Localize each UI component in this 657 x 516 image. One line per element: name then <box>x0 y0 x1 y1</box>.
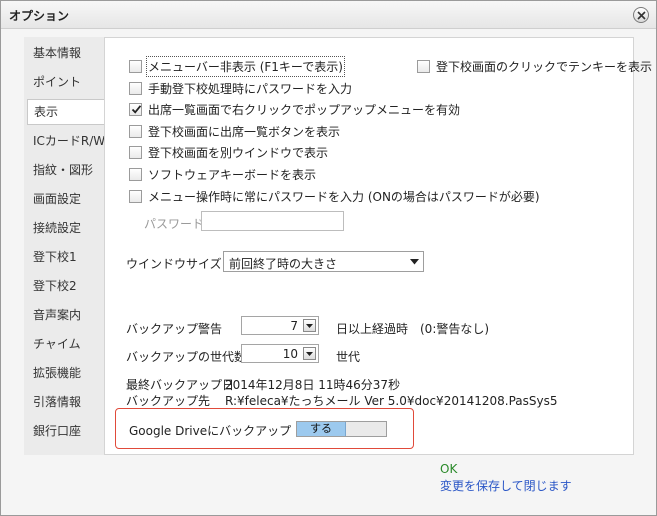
close-button[interactable] <box>633 7 649 23</box>
checkmark-icon <box>131 104 142 114</box>
backup-destination-value: R:¥feleca¥たっちメール Ver 5.0¥doc¥20141208.Pa… <box>225 394 558 408</box>
sidebar-item-connection[interactable]: 接続設定 <box>24 215 104 241</box>
sidebar-item-attendance-1[interactable]: 登下校1 <box>24 244 104 270</box>
last-backup-label: 最終バックアップ日 <box>126 378 235 392</box>
chevron-down-icon <box>306 352 313 356</box>
checkbox-box[interactable] <box>129 102 142 116</box>
sidebar-item-basic-info[interactable]: 基本情報 <box>24 40 104 66</box>
backup-generations-suffix: 世代 <box>336 350 361 364</box>
backup-warning-suffix: 日以上経過時 (0:警告なし) <box>336 322 490 336</box>
checkbox-label: 登下校画面を別ウインドウで表示 <box>148 145 329 160</box>
sidebar-item-voice-guide[interactable]: 音声案内 <box>24 302 104 328</box>
checkbox-box[interactable] <box>417 59 430 73</box>
tenkey-checkbox[interactable]: 登下校画面のクリックでテンキーを表示 <box>417 57 652 75</box>
password-input[interactable] <box>201 211 344 231</box>
sidebar-item-attendance-2[interactable]: 登下校2 <box>24 273 104 299</box>
popup-menu-checkbox[interactable]: 出席一覧画面で右クリックでポップアップメニューを有効 <box>129 100 460 118</box>
checkbox-box[interactable] <box>129 81 142 95</box>
sidebar-item-chime[interactable]: チャイム <box>24 331 104 357</box>
google-drive-label: Google Driveにバックアップ <box>129 424 292 438</box>
window-size-value: 前回終了時の大きさ <box>229 257 338 271</box>
menu-password-checkbox[interactable]: メニュー操作時に常にパスワードを入力 (ONの場合はパスワードが必要) <box>129 187 540 205</box>
title-bar: オプション <box>1 1 656 29</box>
sidebar-item-points[interactable]: ポイント <box>24 69 104 95</box>
checkbox-box[interactable] <box>129 189 142 203</box>
sidebar-item-ic-card[interactable]: ICカードR/W <box>24 128 105 154</box>
checkbox-box[interactable] <box>129 124 142 138</box>
google-drive-toggle-on: する <box>297 422 346 436</box>
backup-generations-value: 10 <box>282 347 298 361</box>
window-size-select[interactable]: 前回終了時の大きさ <box>223 251 424 272</box>
checkbox-label: 手動登下校処理時にパスワードを入力 <box>148 81 353 96</box>
backup-warning-stepper[interactable]: 7 <box>241 316 319 335</box>
checkbox-label: 登下校画面のクリックでテンキーを表示 <box>436 59 653 74</box>
options-window: オプション 基本情報 ポイント 表示 ICカードR/W 指紋・図形 画面設定 接… <box>0 0 657 516</box>
backup-warning-label: バックアップ警告 <box>126 322 223 336</box>
checkbox-label: 出席一覧画面で右クリックでポップアップメニューを有効 <box>148 102 461 117</box>
software-keyboard-checkbox[interactable]: ソフトウェアキーボードを表示 <box>129 165 316 183</box>
checkbox-label: メニューバー非表示 (F1キーで表示) <box>146 55 345 77</box>
manual-password-checkbox[interactable]: 手動登下校処理時にパスワードを入力 <box>129 79 352 97</box>
menubar-hidden-checkbox[interactable]: メニューバー非表示 (F1キーで表示) <box>129 55 345 77</box>
sidebar-item-display[interactable]: 表示 <box>27 99 105 125</box>
backup-warning-value: 7 <box>290 319 298 333</box>
backup-warning-dropdown-button[interactable] <box>303 319 316 332</box>
checkbox-label: ソフトウェアキーボードを表示 <box>148 167 317 182</box>
backup-destination-label: バックアップ先 <box>126 394 211 408</box>
chevron-down-icon <box>306 324 313 328</box>
sidebar-item-screen-settings[interactable]: 画面設定 <box>24 186 104 212</box>
close-icon <box>637 11 646 20</box>
sidebar: 基本情報 ポイント 表示 ICカードR/W 指紋・図形 画面設定 接続設定 登下… <box>24 37 105 455</box>
checkbox-box[interactable] <box>129 167 142 181</box>
sidebar-item-fingerprint[interactable]: 指紋・図形 <box>24 157 104 183</box>
separate-window-checkbox[interactable]: 登下校画面を別ウインドウで表示 <box>129 143 328 161</box>
window-title: オプション <box>9 9 70 23</box>
backup-generations-stepper[interactable]: 10 <box>241 344 319 363</box>
backup-generations-label: バックアップの世代数 <box>126 350 247 364</box>
window-size-label: ウインドウサイズ <box>126 257 222 271</box>
checkbox-label: 登下校画面に出席一覧ボタンを表示 <box>148 124 341 139</box>
chevron-down-icon <box>410 259 419 265</box>
sidebar-item-debit-info[interactable]: 引落情報 <box>24 389 104 415</box>
checkbox-label: メニュー操作時に常にパスワードを入力 (ONの場合はパスワードが必要) <box>148 189 540 204</box>
last-backup-value: 2014年12月8日 11時46分37秒 <box>225 378 401 392</box>
backup-generations-dropdown-button[interactable] <box>303 347 316 360</box>
checkbox-box[interactable] <box>129 145 142 159</box>
save-and-close-link[interactable]: 変更を保存して閉じます <box>440 477 572 494</box>
sidebar-item-extensions[interactable]: 拡張機能 <box>24 360 104 386</box>
google-drive-toggle[interactable]: する <box>296 421 387 437</box>
ok-link[interactable]: OK <box>440 462 457 476</box>
sidebar-item-bank-account[interactable]: 銀行口座 <box>24 418 104 444</box>
checkbox-box[interactable] <box>129 59 142 73</box>
password-label: パスワード <box>144 217 205 231</box>
attendance-button-checkbox[interactable]: 登下校画面に出席一覧ボタンを表示 <box>129 122 340 140</box>
